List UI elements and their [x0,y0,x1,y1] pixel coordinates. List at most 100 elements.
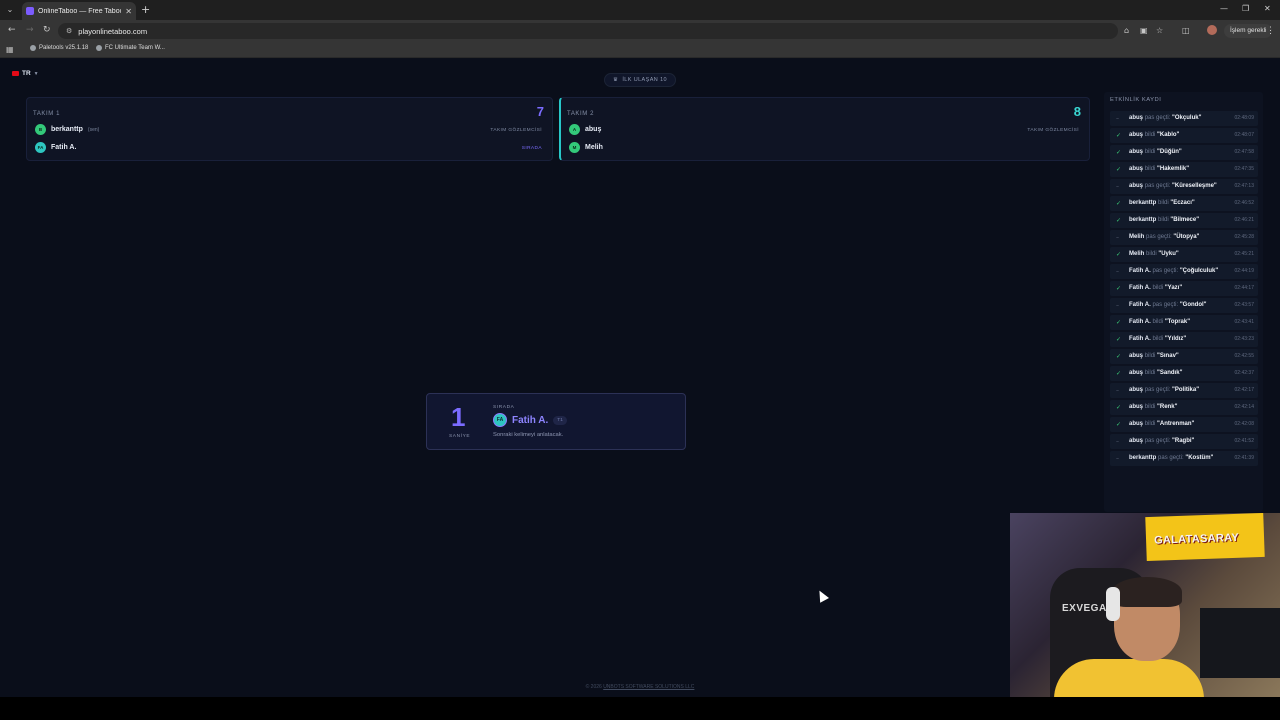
log-player: abuş [1129,149,1144,155]
bookmark-fc-ultimate-team[interactable]: FC Ultimate Team W... [96,45,165,51]
log-word: "Yazı" [1164,285,1183,291]
activity-log-title: ETKİNLİK KAYDI [1110,97,1162,103]
log-action: bildi [1144,132,1156,138]
turkey-flag-icon [12,71,19,76]
log-item: – berkanttp pas geçti: "Kostüm" 02:41:39 [1110,451,1258,466]
person-hair [1112,577,1182,607]
log-item: – Fatih A. pas geçti: "Gondol" 02:43:57 [1110,298,1258,313]
team-score: 8 [1073,104,1081,119]
bookmark-paletools[interactable]: Paletools v25.1.18 [30,45,88,51]
log-item: ✓ abuş bildi "Sınav" 02:42:55 [1110,349,1258,364]
new-tab-icon[interactable]: + [141,3,150,16]
log-player: Fatih A. [1129,285,1151,291]
log-item: ✓ Fatih A. bildi "Yıldız" 02:43:23 [1110,332,1258,347]
language-selector[interactable]: TR ▼ [12,70,39,77]
log-action: bildi [1146,251,1157,257]
log-action: bildi [1144,353,1156,359]
skip-icon: – [1116,438,1119,445]
log-item: ✓ berkanttp bildi "Bilmece" 02:46:21 [1110,213,1258,228]
log-time: 02:46:52 [1234,200,1254,206]
check-icon: ✓ [1116,132,1122,139]
log-time: 02:47:13 [1234,183,1254,189]
browser-menu-icon[interactable]: ⋮ [1266,25,1275,36]
next-turn-card: 1 SANİYE SIRADA FA Fatih A. T1 Sonraki k… [426,393,686,450]
log-word: "Çoğulculuk" [1179,268,1219,274]
activity-log-panel: ETKİNLİK KAYDI – abuş pas geçti: "Okçuluk… [1104,92,1263,512]
bookmark-globe-icon [96,45,102,51]
log-word: "Renk" [1157,404,1178,410]
player-row: B berkanttp (sen) [35,124,99,135]
log-time: 02:47:35 [1234,166,1254,172]
avatar: FA [493,413,507,427]
log-word: "Düğün" [1157,149,1182,155]
log-time: 02:42:08 [1234,421,1254,427]
back-icon[interactable]: ← [8,25,16,35]
log-action: bildi [1144,404,1156,410]
browser-tab-active[interactable]: OnlineTaboo — Free Taboo Ga ✕ [22,2,136,20]
log-word: "Sınav" [1157,353,1179,359]
log-action: pas geçti: [1144,115,1171,121]
log-action: pas geçti: [1146,234,1172,240]
company-link[interactable]: UNBOTS SOFTWARE SOLUTIONS LLC [603,684,694,690]
reload-icon[interactable]: ↻ [43,25,51,35]
log-player: abuş [1129,438,1144,444]
translate-icon[interactable]: ⌂ [1124,26,1129,35]
activity-log-list[interactable]: – abuş pas geçti: "Okçuluk" 02:48:09 ✓ abuş … [1110,111,1258,468]
webcam-overlay: GALATASARAY EXVEGA [1010,513,1280,707]
log-player: Melih [1129,234,1145,240]
team-observer-label[interactable]: TAKIM GÖZLEMCİSİ [1027,128,1079,133]
chevron-down-icon: ▼ [33,70,39,77]
log-time: 02:41:52 [1234,438,1254,444]
player-row: FA Fatih A. [35,142,76,153]
log-item: – Melih pas geçti: "Ütopya" 02:45:28 [1110,230,1258,245]
log-action: pas geçti: [1144,387,1171,393]
apps-grid-icon[interactable]: ▦ [6,45,14,54]
player-name: abuş [585,126,602,133]
log-time: 02:48:07 [1234,132,1254,138]
window-close-icon[interactable]: ✕ [1264,4,1271,13]
log-time: 02:47:58 [1234,149,1254,155]
extensions-icon[interactable]: ◫ [1182,26,1190,35]
you-tag: (sen) [87,126,100,133]
skip-icon: – [1116,302,1119,309]
profile-avatar[interactable] [1207,25,1217,35]
log-item: ✓ berkanttp bildi "Eczacı" 02:46:52 [1110,196,1258,211]
log-time: 02:42:37 [1234,370,1254,376]
log-action: pas geçti: [1158,455,1184,461]
log-item: ✓ abuş bildi "Antrenman" 02:42:08 [1110,417,1258,432]
check-icon: ✓ [1116,251,1122,258]
tab-close-icon[interactable]: ✕ [125,7,132,16]
player-name: berkanttp [51,126,83,133]
countdown-unit: SANİYE [449,434,471,439]
log-player: berkanttp [1129,455,1157,461]
log-time: 02:45:28 [1234,234,1254,240]
skip-icon: – [1116,455,1119,462]
log-item: – abuş pas geçti: "Politika" 02:42:17 [1110,383,1258,398]
log-action: bildi [1144,370,1156,376]
log-item: ✓ abuş bildi "Renk" 02:42:14 [1110,400,1258,415]
log-word: "Gondol" [1179,302,1207,308]
bookmark-globe-icon [30,45,36,51]
team-observer-label[interactable]: TAKIM GÖZLEMCİSİ [490,128,542,133]
log-word: "Yıldız" [1164,336,1187,342]
log-word: "Bilmece" [1170,217,1200,223]
site-info-icon[interactable]: ⚙ [66,27,72,35]
skip-icon: – [1116,183,1119,190]
minimize-icon[interactable]: — [1220,4,1228,13]
chair-logo: EXVEGA [1062,603,1107,614]
win-condition-text: İLK ULAŞAN 10 [622,77,667,83]
bookmark-star-icon[interactable]: ☆ [1156,26,1163,35]
taskbar [0,697,1280,720]
restore-icon[interactable]: ❐ [1242,4,1249,13]
log-player: abuş [1129,115,1144,121]
tab-search-icon[interactable]: ⌄ [4,4,16,16]
copyright-text: © 2026 [585,684,602,690]
log-word: "Politika" [1172,387,1200,393]
address-bar[interactable]: ⚙ playonlinetaboo.com [58,23,1118,39]
log-word: "Ütopya" [1173,234,1200,240]
forward-icon[interactable]: → [26,25,34,35]
log-time: 02:46:21 [1234,217,1254,223]
log-player: abuş [1129,370,1144,376]
log-action: pas geçti: [1152,268,1179,274]
cast-icon[interactable]: ▣ [1140,26,1148,35]
